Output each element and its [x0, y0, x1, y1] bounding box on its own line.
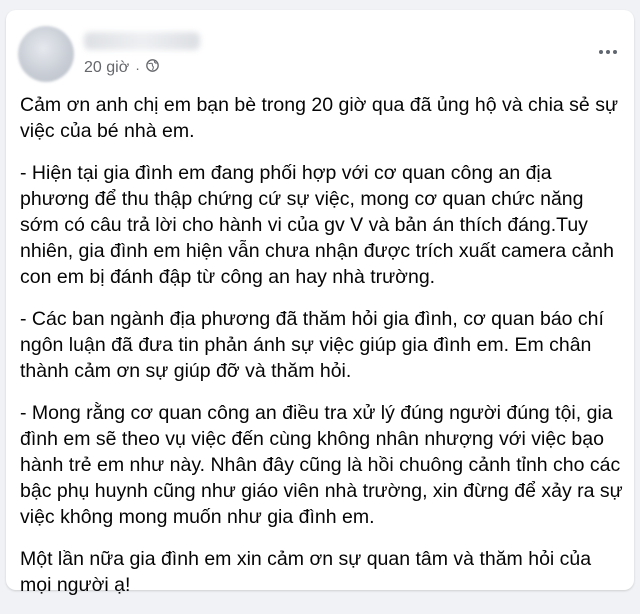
globe-icon[interactable] [146, 59, 159, 77]
more-options-icon[interactable] [590, 34, 626, 70]
post-paragraph-5: Một lần nữa gia đình em xin cảm ơn sự qu… [20, 548, 592, 596]
post-paragraph-2: - Hiện tại gia đình em đang phối hợp với… [20, 162, 614, 288]
post-content: Cảm ơn anh chị em bạn bè trong 20 giờ qu… [20, 92, 626, 614]
post-meta: 20 giờ · [84, 59, 159, 77]
author-name-blurred[interactable] [84, 32, 200, 50]
post-paragraph-3: - Các ban ngành địa phương đã thăm hỏi g… [20, 308, 604, 382]
post-card: 20 giờ · Cảm ơn anh chị em bạn bè trong … [6, 10, 634, 596]
post-paragraph-1: Cảm ơn anh chị em bạn bè trong 20 giờ qu… [20, 94, 618, 142]
meta-separator: · [135, 60, 140, 76]
post-paragraph-4: - Mong rằng cơ quan công an điều tra xử … [20, 402, 623, 528]
post-timestamp[interactable]: 20 giờ [84, 59, 129, 77]
author-avatar[interactable] [18, 26, 74, 82]
